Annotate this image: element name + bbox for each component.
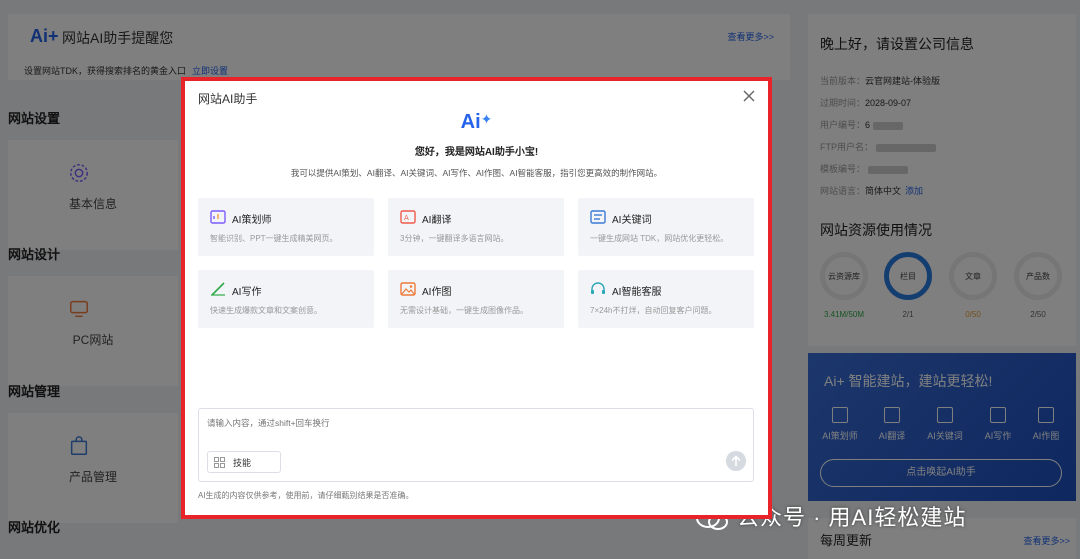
grid-icon	[214, 456, 225, 468]
ai-assistant-modal: 网站AI助手 Ai✦ 您好，我是网站AI助手小宝! 我可以提供AI策划、AI翻译…	[181, 77, 772, 519]
feature-name: AI策划师	[232, 215, 272, 226]
sparkle-icon: ✦	[480, 111, 493, 127]
skills-button[interactable]: 技能	[207, 451, 281, 473]
send-icon[interactable]	[726, 451, 746, 471]
close-icon[interactable]	[740, 87, 758, 105]
feature-name: AI关键词	[612, 215, 652, 226]
feature-desc: 无需设计基础，一键生成图像作品。	[400, 306, 528, 315]
feature-name: AI作图	[422, 287, 452, 298]
assistant-greeting: 您好，我是网站AI助手小宝!	[414, 147, 539, 158]
feature-name: AI翻译	[422, 215, 452, 226]
feature-card-writing[interactable]: AI写作 快速生成爆款文章和文案创意。	[198, 270, 374, 328]
feature-desc: 快速生成爆款文章和文案创意。	[210, 306, 322, 315]
feature-desc: 3分钟，一键翻译多语言网站。	[400, 234, 509, 243]
assistant-description: 我可以提供AI策划、AI翻译、AI关键词、AI写作、AI作图、AI智能客服，指引…	[290, 168, 663, 178]
chat-input-box: 技能	[198, 408, 754, 482]
feature-card-planner[interactable]: AI策划师 智能识别、PPT一键生成精美网页。	[198, 198, 374, 256]
planner-icon	[210, 210, 226, 224]
headset-icon	[591, 282, 605, 294]
ai-logo: Ai✦	[185, 111, 768, 134]
disclaimer-text: AI生成的内容仅供参考，使用前，请仔细甄别结果是否准确。	[198, 491, 414, 500]
keyword-icon	[590, 210, 606, 224]
feature-card-drawing[interactable]: AI作图 无需设计基础，一键生成图像作品。	[388, 270, 564, 328]
modal-title: 网站AI助手	[198, 92, 258, 106]
svg-text:A: A	[404, 214, 409, 222]
image-icon	[400, 282, 416, 296]
feature-card-keyword[interactable]: AI关键词 一键生成网站 TDK，网站优化更轻松。	[578, 198, 754, 256]
feature-name: AI写作	[232, 287, 262, 298]
feature-desc: 一键生成网站 TDK，网站优化更轻松。	[590, 234, 729, 243]
feature-card-translate[interactable]: A AI翻译 3分钟，一键翻译多语言网站。	[388, 198, 564, 256]
feature-desc: 智能识别、PPT一键生成精美网页。	[210, 234, 338, 243]
feature-card-customer-service[interactable]: AI智能客服 7×24h不打烊，自动回复客户问题。	[578, 270, 754, 328]
skills-label: 技能	[233, 457, 252, 468]
logo-text: Ai	[460, 111, 481, 133]
pen-icon	[211, 282, 225, 296]
chat-input[interactable]	[207, 418, 707, 428]
feature-name: AI智能客服	[612, 287, 662, 298]
feature-desc: 7×24h不打烊，自动回复客户问题。	[590, 306, 717, 315]
translate-icon: A	[400, 210, 416, 224]
